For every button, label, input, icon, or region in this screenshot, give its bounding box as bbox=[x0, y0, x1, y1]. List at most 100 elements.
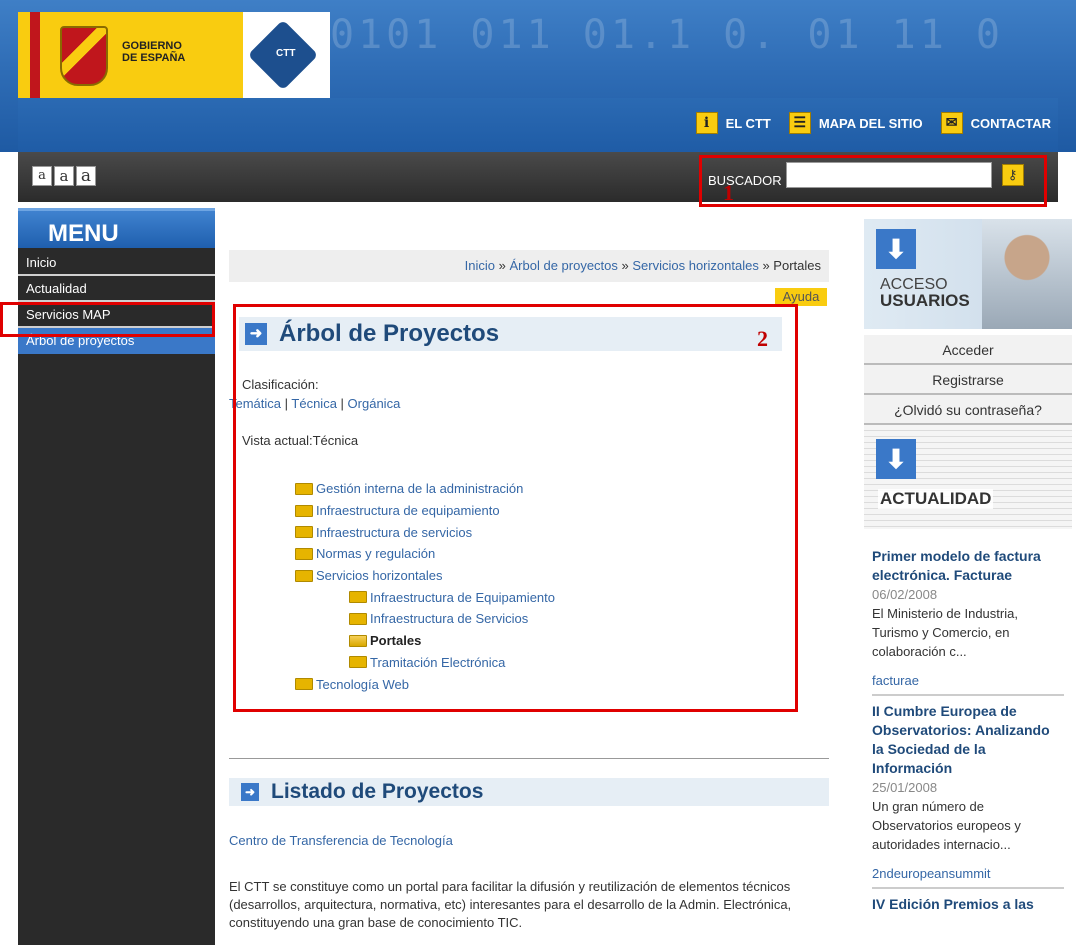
view-tecnica-link[interactable]: Técnica bbox=[291, 396, 337, 411]
arrow-right-icon: ➜ bbox=[245, 323, 267, 345]
tree-node-label: Tecnología Web bbox=[316, 676, 409, 692]
font-size-large-button[interactable]: a bbox=[76, 166, 96, 186]
news-desc: El Ministerio de Industria, Turismo y Co… bbox=[872, 606, 1018, 659]
breadcrumb-sep: » bbox=[617, 258, 633, 273]
tree-node[interactable]: Infraestructura de servicios bbox=[295, 521, 555, 543]
vista-actual-text: Vista actual:Técnica bbox=[242, 433, 359, 448]
news-tag[interactable]: 2ndeuropeansummit bbox=[872, 866, 1064, 881]
news-title[interactable]: Primer modelo de factura electrónica. Fa… bbox=[872, 547, 1064, 585]
folder-icon bbox=[295, 504, 313, 517]
news-date: 06/02/2008 bbox=[872, 587, 938, 602]
news-list: Primer modelo de factura electrónica. Fa… bbox=[864, 547, 1064, 920]
gov-logo-text: GOBIERNO DE ESPAÑA bbox=[122, 40, 186, 64]
sitemap-icon: ☰ bbox=[788, 112, 811, 134]
tree-node-child[interactable]: Infraestructura de Servicios bbox=[295, 608, 555, 630]
annotation-number: 2 bbox=[757, 326, 768, 351]
ctt-logo-text: CTT bbox=[276, 48, 296, 59]
search-button[interactable]: ⚷ bbox=[1001, 164, 1024, 186]
contact-link[interactable]: ✉ CONTACTAR bbox=[940, 112, 1051, 134]
menu-item-servicios-map[interactable]: Servicios MAP bbox=[18, 302, 215, 328]
breadcrumb-servicios-horizontales[interactable]: Servicios horizontales bbox=[632, 258, 758, 273]
clasificacion-label: Clasificación: bbox=[242, 377, 319, 392]
listado-section-title: ➜ Listado de Proyectos bbox=[229, 778, 829, 806]
toolbar: a a a BUSCADOR ⚷ bbox=[18, 152, 1058, 202]
news-title[interactable]: IV Edición Premios a las bbox=[872, 895, 1064, 914]
acceso-usuarios-banner[interactable]: ⬇ ACCESO USUARIOS bbox=[864, 219, 1072, 329]
project-tree: Gestión interna de la administración Inf… bbox=[295, 478, 555, 695]
el-ctt-link[interactable]: i EL CTT bbox=[695, 112, 771, 134]
font-size-medium-button[interactable]: a bbox=[54, 166, 74, 186]
arbol-section-title: ➜ Árbol de Proyectos bbox=[239, 317, 782, 351]
arrow-down-icon: ⬇ bbox=[876, 229, 916, 269]
folder-icon bbox=[349, 612, 367, 625]
view-tematica-link[interactable]: Temática bbox=[229, 396, 281, 411]
view-sep: | bbox=[281, 396, 292, 411]
user-photo bbox=[982, 219, 1072, 329]
search-box: BUSCADOR ⚷ bbox=[708, 162, 1024, 188]
tree-node-label: Infraestructura de equipamiento bbox=[316, 503, 500, 519]
menu-item-arbol-de-proyectos[interactable]: Árbol de proyectos bbox=[18, 328, 215, 354]
tree-node-current[interactable]: Portales bbox=[295, 630, 555, 652]
news-item: IV Edición Premios a las bbox=[872, 895, 1064, 920]
folder-icon bbox=[349, 656, 367, 669]
tree-node-child[interactable]: Tramitación Electrónica bbox=[295, 652, 555, 674]
actualidad-title: ACTUALIDAD bbox=[878, 489, 994, 509]
breadcrumb: Inicio » Árbol de proyectos » Servicios … bbox=[229, 250, 829, 282]
arrow-down-icon: ⬇ bbox=[876, 439, 916, 479]
acceder-link[interactable]: Acceder bbox=[864, 335, 1072, 365]
tree-node-label: Infraestructura de Servicios bbox=[370, 611, 529, 627]
actualidad-banner[interactable]: ⬇ ACTUALIDAD bbox=[864, 425, 1072, 529]
tree-node-label-current: Portales bbox=[370, 633, 422, 649]
news-title[interactable]: II Cumbre Europea de Observatorios: Anal… bbox=[872, 702, 1064, 778]
breadcrumb-current: Portales bbox=[773, 258, 821, 273]
ctt-project-link[interactable]: Centro de Transferencia de Tecnología bbox=[229, 833, 453, 848]
right-column: ⬇ ACCESO USUARIOS Acceder Registrarse ¿O… bbox=[864, 219, 1072, 945]
view-switcher: Temática | Técnica | Orgánica bbox=[229, 396, 400, 411]
tree-node[interactable]: Servicios horizontales bbox=[295, 565, 555, 587]
news-desc: Un gran número de Observatorios europeos… bbox=[872, 799, 1021, 852]
view-sep: | bbox=[336, 396, 348, 411]
registrarse-link[interactable]: Registrarse bbox=[864, 365, 1072, 395]
news-item: Primer modelo de factura electrónica. Fa… bbox=[872, 547, 1064, 696]
view-organica-link[interactable]: Orgánica bbox=[348, 396, 401, 411]
news-item: II Cumbre Europea de Observatorios: Anal… bbox=[872, 702, 1064, 889]
search-label: BUSCADOR bbox=[708, 172, 782, 188]
tree-node[interactable]: Infraestructura de equipamiento bbox=[295, 500, 555, 522]
folder-icon bbox=[295, 678, 313, 691]
ctt-description: El CTT se constituye como un portal para… bbox=[229, 879, 792, 930]
acceso-usuarios-text: ACCESO USUARIOS bbox=[880, 277, 970, 310]
search-input[interactable] bbox=[785, 162, 992, 188]
menu-item-inicio[interactable]: Inicio bbox=[18, 250, 215, 276]
folder-open-icon bbox=[349, 634, 367, 647]
ctt-logo[interactable]: CTT bbox=[243, 12, 330, 98]
forgot-password-link[interactable]: ¿Olvidó su contraseña? bbox=[864, 395, 1072, 425]
key-icon: ⚷ bbox=[1007, 167, 1018, 182]
arrow-right-icon: ➜ bbox=[241, 783, 259, 801]
news-date: 25/01/2008 bbox=[872, 780, 938, 795]
breadcrumb-inicio[interactable]: Inicio bbox=[465, 258, 495, 273]
folder-icon bbox=[295, 482, 313, 495]
font-size-controls: a a a bbox=[32, 166, 96, 186]
folder-icon bbox=[295, 569, 313, 582]
tree-node-label: Gestión interna de la administración bbox=[316, 481, 524, 497]
folder-icon bbox=[295, 547, 313, 560]
info-icon: i bbox=[695, 112, 718, 134]
sitemap-link[interactable]: ☰ MAPA DEL SITIO bbox=[788, 112, 923, 134]
font-size-small-button[interactable]: a bbox=[32, 166, 52, 186]
coat-of-arms-icon bbox=[60, 26, 108, 86]
tree-node[interactable]: Gestión interna de la administración bbox=[295, 478, 555, 500]
tree-node[interactable]: Normas y regulación bbox=[295, 543, 555, 565]
news-tag[interactable]: facturae bbox=[872, 673, 1064, 688]
tree-node-label: Normas y regulación bbox=[316, 546, 436, 562]
help-button[interactable]: Ayuda bbox=[775, 288, 827, 306]
menu-item-actualidad[interactable]: Actualidad bbox=[18, 276, 215, 302]
site-header: 0101 011 01.1 0. 01 11 0 GOBIERNO DE ESP… bbox=[0, 0, 1076, 152]
breadcrumb-arbol[interactable]: Árbol de proyectos bbox=[510, 258, 618, 273]
tree-node[interactable]: Tecnología Web bbox=[295, 673, 555, 695]
acceso-line2: USUARIOS bbox=[880, 291, 970, 310]
arbol-title-text: Árbol de Proyectos bbox=[279, 320, 500, 347]
section-divider bbox=[229, 758, 829, 759]
spain-flag-icon bbox=[30, 12, 40, 98]
tree-node-child[interactable]: Infraestructura de Equipamiento bbox=[295, 586, 555, 608]
breadcrumb-sep: » bbox=[495, 258, 510, 273]
